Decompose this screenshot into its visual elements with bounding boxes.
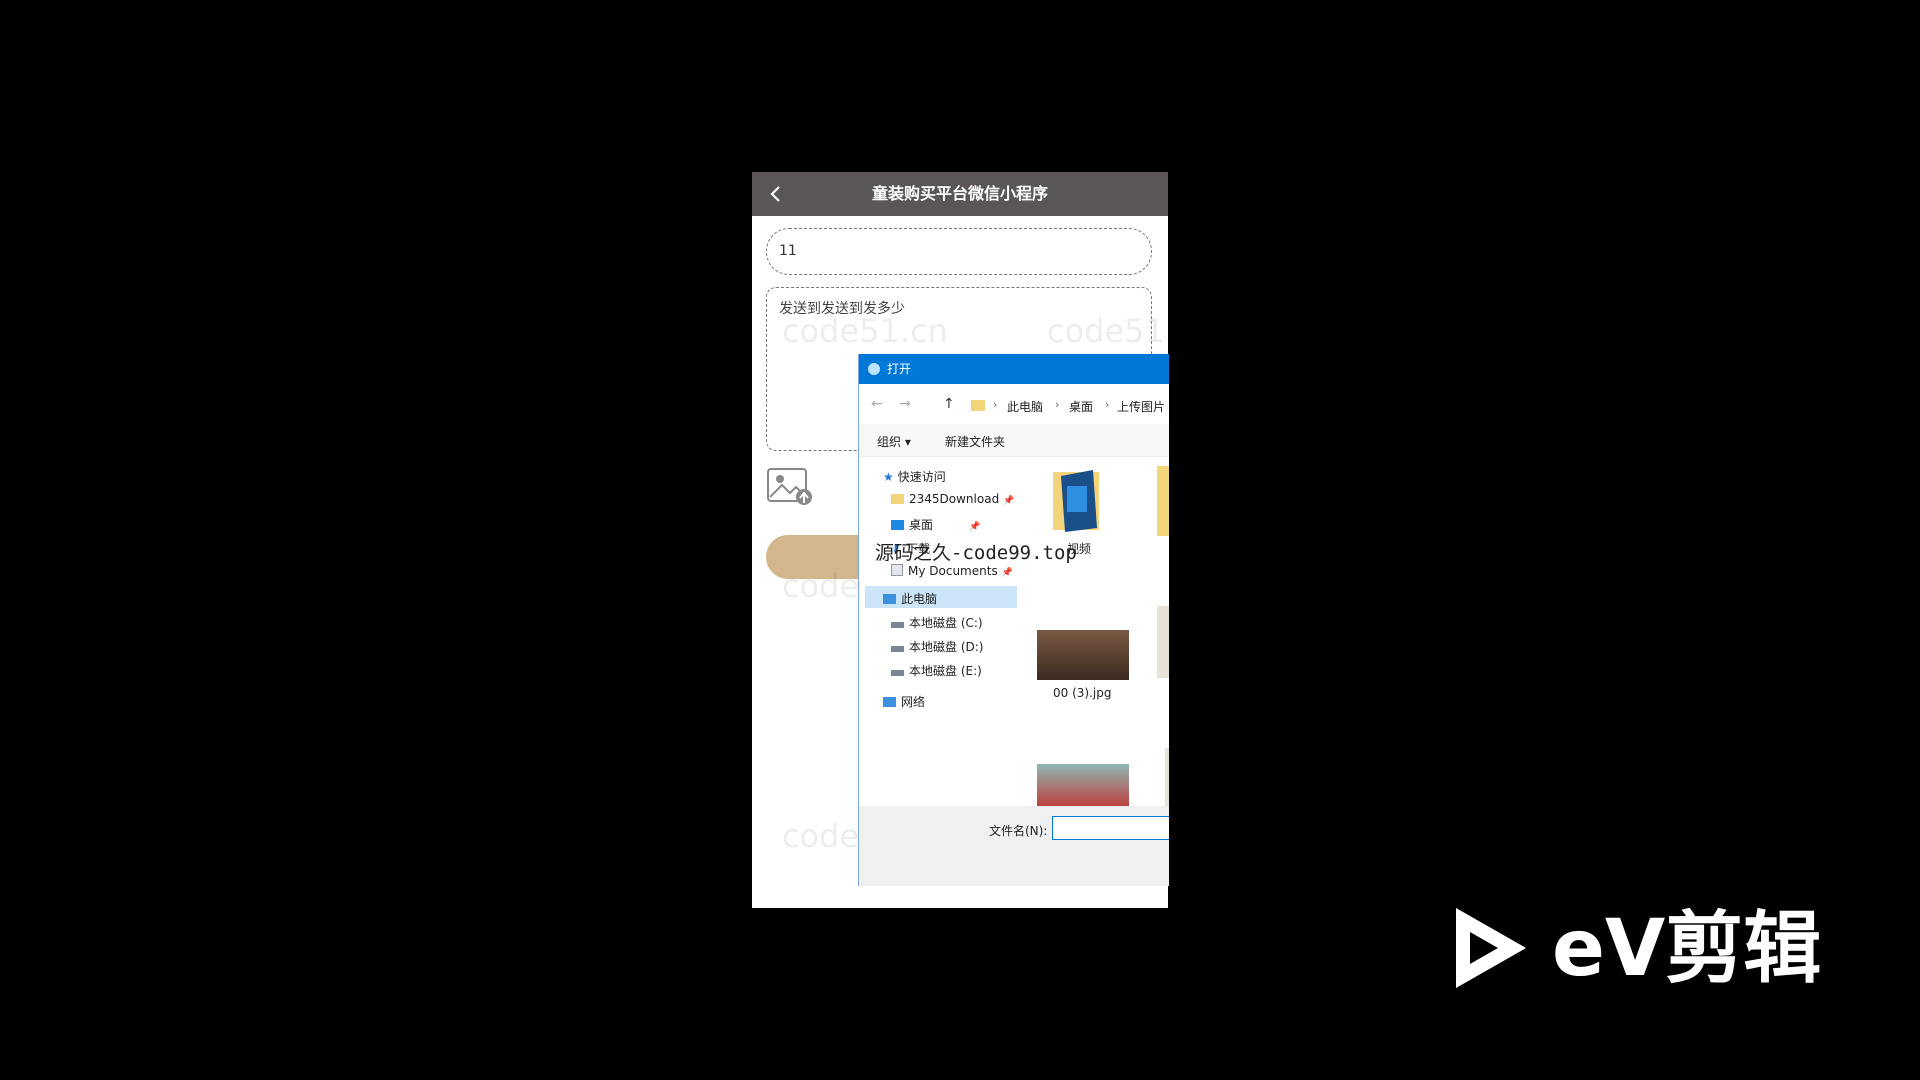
filename-input[interactable] [1052,816,1169,840]
filename-label: 文件名(N): [989,824,1048,838]
desktop-icon [891,520,904,530]
dialog-titlebar: 打开 [859,354,1169,384]
organize-menu[interactable]: 组织 ▾ [877,433,911,450]
pin-icon: 📌 [1001,568,1013,578]
computer-icon [883,594,896,604]
folder-icon [1157,466,1169,536]
tree-drive-e[interactable]: 本地磁盘 (E:) [891,662,982,679]
pin-icon: 📌 [1003,496,1015,506]
back-nav-icon[interactable]: ← [871,396,883,412]
title-input[interactable]: 11 [766,228,1152,275]
dialog-footer: 文件名(N): [859,806,1169,886]
folder-icon [891,494,904,504]
app-icon [868,363,880,375]
address-bar: ← → ↑ › 此电脑 › 桌面 › 上传图片 [859,384,1169,424]
up-nav-icon[interactable]: ↑ [943,396,955,412]
network-icon [883,697,896,707]
tree-quick-access[interactable]: ★ 快速访问 [883,468,946,485]
file-list: 视频 00 (3).jpg [1029,458,1169,860]
file-name-jpg[interactable]: 00 (3).jpg [1053,686,1111,700]
folder-icon [971,400,985,411]
document-icon [891,564,903,576]
title-input-value: 11 [779,243,797,259]
tree-item-my-documents[interactable]: My Documents 📌 [891,564,1013,578]
breadcrumb-separator: › [993,398,998,411]
tree-drive-d[interactable]: 本地磁盘 (D:) [891,638,983,655]
nav-bar: 童装购买平台微信小程序 [752,172,1168,216]
new-folder-button[interactable]: 新建文件夹 [945,433,1005,450]
breadcrumb-desktop[interactable]: 桌面 [1069,398,1093,415]
page-title: 童装购买平台微信小程序 [871,184,1048,203]
pin-icon: 📌 [969,522,981,532]
image-thumbnail[interactable] [1037,630,1129,680]
video-folder-icon[interactable] [1051,466,1105,534]
tree-network[interactable]: 网络 [883,693,925,710]
tree-item-desktop[interactable]: 桌面 📌 [891,516,980,533]
content-textarea-value: 发送到发送到发多少 [779,301,905,317]
play-triangle-icon [1456,908,1526,988]
dialog-toolbar: 组织 ▾ 新建文件夹 [859,424,1169,457]
open-file-dialog: 打开 ← → ↑ › 此电脑 › 桌面 › 上传图片 组织 ▾ 新建文件夹 ★ 快… [858,354,1169,886]
tree-item-2345download[interactable]: 2345Download 📌 [891,492,1014,506]
image-thumbnail[interactable] [1157,606,1169,678]
breadcrumb-separator: › [1055,398,1060,411]
drive-icon [891,670,904,676]
image-thumbnail[interactable] [1165,748,1169,808]
overlay-watermark-text: 源码之久-code99.top [875,542,1077,564]
brand-logo-text: eV剪辑 [1552,904,1822,994]
forward-nav-icon[interactable]: → [899,396,911,412]
upload-image-icon[interactable] [766,463,814,511]
breadcrumb-upload-images[interactable]: 上传图片 [1117,398,1165,415]
tree-this-pc[interactable]: 此电脑 [883,590,937,607]
breadcrumb-this-pc[interactable]: 此电脑 [1007,398,1043,415]
drive-icon [891,622,904,628]
star-icon: ★ [883,470,894,484]
navigation-pane: ★ 快速访问 2345Download 📌 桌面 📌 ⬇ 下载 My Documents… [859,458,1017,860]
dialog-title: 打开 [887,362,912,376]
breadcrumb-separator: › [1105,398,1110,411]
tree-drive-c[interactable]: 本地磁盘 (C:) [891,614,983,631]
drive-icon [891,646,904,652]
